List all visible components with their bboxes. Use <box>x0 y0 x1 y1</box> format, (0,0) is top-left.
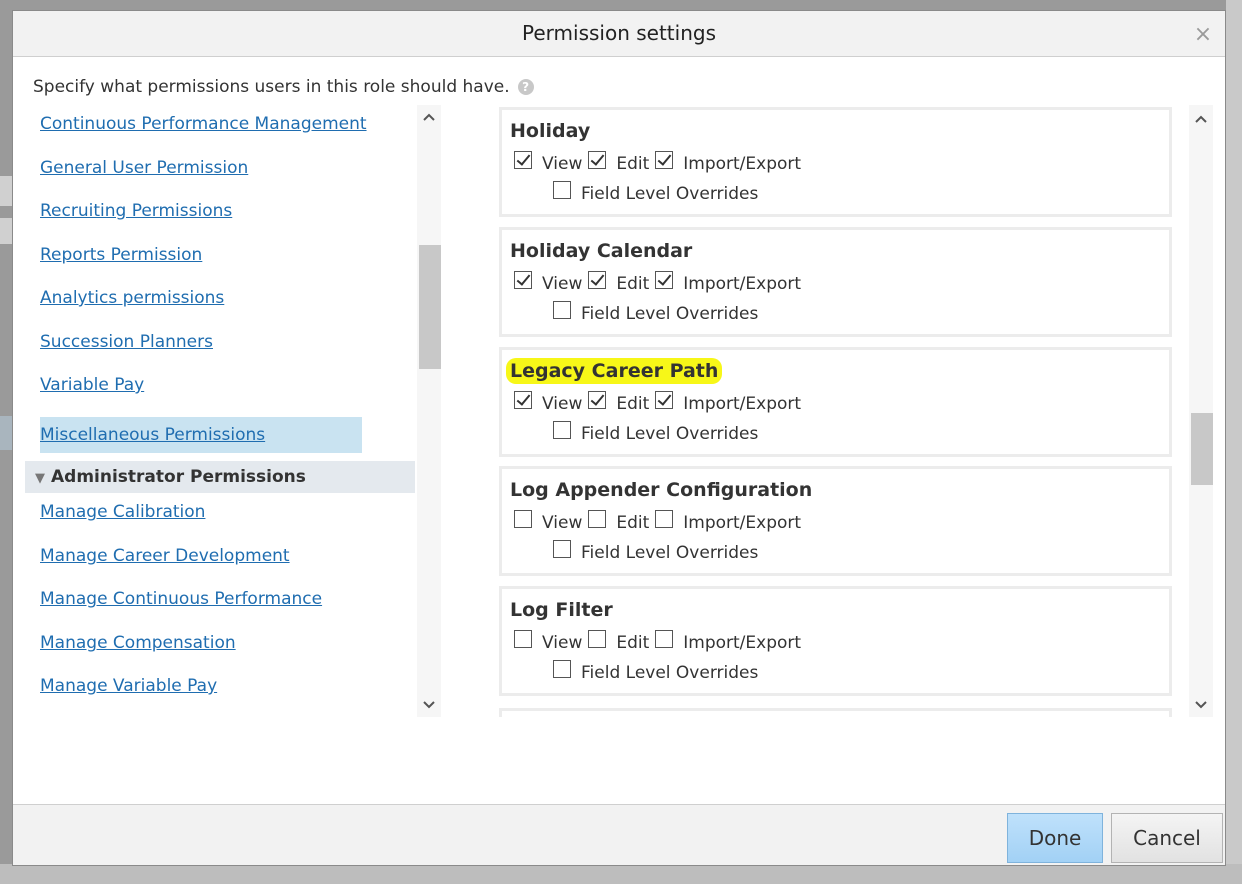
permission-group: Holiday Calendar View Edit Import/Export Fie… <box>499 227 1172 337</box>
field-level-overrides-label: Field Level Overrides <box>581 304 759 324</box>
import-export-checkbox[interactable] <box>655 510 674 528</box>
permission-options-row: View Edit Import/Export <box>514 391 807 414</box>
scroll-up-icon[interactable] <box>417 107 441 127</box>
nav-item-continuous-performance-management[interactable]: Continuous Performance Management <box>40 107 367 141</box>
permission-group-title: Legacy Career Path <box>506 358 723 384</box>
field-overrides-row: Field Level Overrides <box>553 181 764 204</box>
nav-section-label: Administrator Permissions <box>51 467 306 487</box>
import-export-label: Import/Export <box>683 274 802 294</box>
nav-item-manage-compensation[interactable]: Manage Compensation <box>40 626 236 660</box>
view-checkbox[interactable] <box>514 510 532 528</box>
permission-group-title: Log Filter <box>510 599 613 621</box>
edit-checkbox[interactable] <box>588 510 607 528</box>
view-checkbox[interactable] <box>514 271 532 289</box>
permission-group: Log Appender Configuration View Edit Import… <box>499 466 1172 576</box>
field-overrides-row: Field Level Overrides <box>553 660 764 683</box>
field-level-overrides-checkbox[interactable] <box>553 301 571 319</box>
background-page-bottom <box>0 864 1242 884</box>
import-export-checkbox[interactable] <box>655 630 674 648</box>
nav-item-manage-calibration[interactable]: Manage Calibration <box>40 495 205 529</box>
permission-group: Log Filter View Edit Import/Export Field Lev… <box>499 586 1172 696</box>
edit-label: Edit <box>616 394 650 414</box>
field-overrides-row: Field Level Overrides <box>553 540 764 563</box>
import-export-checkbox[interactable] <box>655 271 674 289</box>
nav-item-general-user-permission[interactable]: General User Permission <box>40 151 248 185</box>
permission-group-title: Log Appender Configuration <box>510 479 813 501</box>
field-overrides-row: Field Level Overrides <box>553 301 764 324</box>
field-overrides-row: Field Level Overrides <box>553 421 764 444</box>
field-level-overrides-checkbox[interactable] <box>553 660 571 678</box>
help-icon[interactable]: ? <box>517 79 534 95</box>
permission-options-row: View Edit Import/Export <box>514 151 807 174</box>
permission-list-scrollbar[interactable] <box>1189 105 1213 717</box>
nav-section-administrator-permissions[interactable]: ▼ Administrator Permissions <box>25 461 415 493</box>
nav-item-manage-continuous-performance[interactable]: Manage Continuous Performance <box>40 582 322 616</box>
close-icon[interactable]: × <box>1193 24 1213 46</box>
nav-item-manage-career-development[interactable]: Manage Career Development <box>40 539 290 573</box>
nav-item-succession-planners[interactable]: Succession Planners <box>40 325 213 359</box>
scroll-down-icon[interactable] <box>1189 695 1213 715</box>
nav-item-miscellaneous-permissions[interactable]: Miscellaneous Permissions <box>40 417 362 453</box>
edit-label: Edit <box>616 633 650 653</box>
permission-group-title: Holiday Calendar <box>510 240 693 262</box>
import-export-label: Import/Export <box>683 394 802 414</box>
permission-group-title: Holiday <box>510 120 591 142</box>
done-button[interactable]: Done <box>1007 813 1103 863</box>
nav-item-manage-variable-pay[interactable]: Manage Variable Pay <box>40 669 217 703</box>
permission-group <box>499 708 1172 717</box>
view-label: View <box>542 513 583 533</box>
permission-options-row: View Edit Import/Export <box>514 271 807 294</box>
permission-list: Holiday View Edit Import/Export Field Level … <box>499 105 1174 717</box>
import-export-checkbox[interactable] <box>655 391 674 409</box>
edit-checkbox[interactable] <box>588 391 607 409</box>
permission-group: Legacy Career Path View Edit Import/Export F… <box>499 347 1172 457</box>
dialog-title: Permission settings <box>522 21 716 45</box>
permission-options-row: View Edit Import/Export <box>514 630 807 653</box>
view-checkbox[interactable] <box>514 630 532 648</box>
dialog-footer: Done Cancel <box>13 804 1225 865</box>
import-export-label: Import/Export <box>683 633 802 653</box>
scroll-thumb[interactable] <box>1191 413 1213 485</box>
field-level-overrides-checkbox[interactable] <box>553 181 571 199</box>
permission-category-nav: Continuous Performance Management Genera… <box>25 105 415 717</box>
edit-label: Edit <box>616 274 650 294</box>
permission-options-row: View Edit Import/Export <box>514 510 807 533</box>
field-level-overrides-label: Field Level Overrides <box>581 184 759 204</box>
view-checkbox[interactable] <box>514 151 532 169</box>
instructions: Specify what permissions users in this r… <box>33 77 534 97</box>
edit-label: Edit <box>616 513 650 533</box>
dialog-header: Permission settings × <box>13 11 1225 57</box>
field-level-overrides-label: Field Level Overrides <box>581 424 759 444</box>
field-level-overrides-checkbox[interactable] <box>553 540 571 558</box>
cancel-button[interactable]: Cancel <box>1111 813 1223 863</box>
view-label: View <box>542 394 583 414</box>
view-label: View <box>542 633 583 653</box>
view-label: View <box>542 274 583 294</box>
nav-item-recruiting-permissions[interactable]: Recruiting Permissions <box>40 194 232 228</box>
background-page-right <box>1226 0 1242 884</box>
field-level-overrides-label: Field Level Overrides <box>581 543 759 563</box>
collapse-triangle-icon[interactable]: ▼ <box>35 463 45 495</box>
permission-group: Holiday View Edit Import/Export Field Level … <box>499 107 1172 217</box>
import-export-checkbox[interactable] <box>655 151 674 169</box>
nav-scrollbar[interactable] <box>417 105 441 717</box>
permission-settings-dialog: Permission settings × Specify what permi… <box>12 10 1226 866</box>
scroll-thumb[interactable] <box>419 245 441 369</box>
view-label: View <box>542 154 583 174</box>
edit-label: Edit <box>616 154 650 174</box>
view-checkbox[interactable] <box>514 391 532 409</box>
nav-item-variable-pay[interactable]: Variable Pay <box>40 368 144 402</box>
nav-item-reports-permission[interactable]: Reports Permission <box>40 238 202 272</box>
scroll-up-icon[interactable] <box>1189 109 1213 129</box>
edit-checkbox[interactable] <box>588 151 607 169</box>
edit-checkbox[interactable] <box>588 271 607 289</box>
import-export-label: Import/Export <box>683 154 802 174</box>
edit-checkbox[interactable] <box>588 630 607 648</box>
scroll-down-icon[interactable] <box>417 695 441 715</box>
instructions-text: Specify what permissions users in this r… <box>33 77 510 97</box>
import-export-label: Import/Export <box>683 513 802 533</box>
field-level-overrides-checkbox[interactable] <box>553 421 571 439</box>
nav-item-analytics-permissions[interactable]: Analytics permissions <box>40 281 224 315</box>
field-level-overrides-label: Field Level Overrides <box>581 663 759 683</box>
